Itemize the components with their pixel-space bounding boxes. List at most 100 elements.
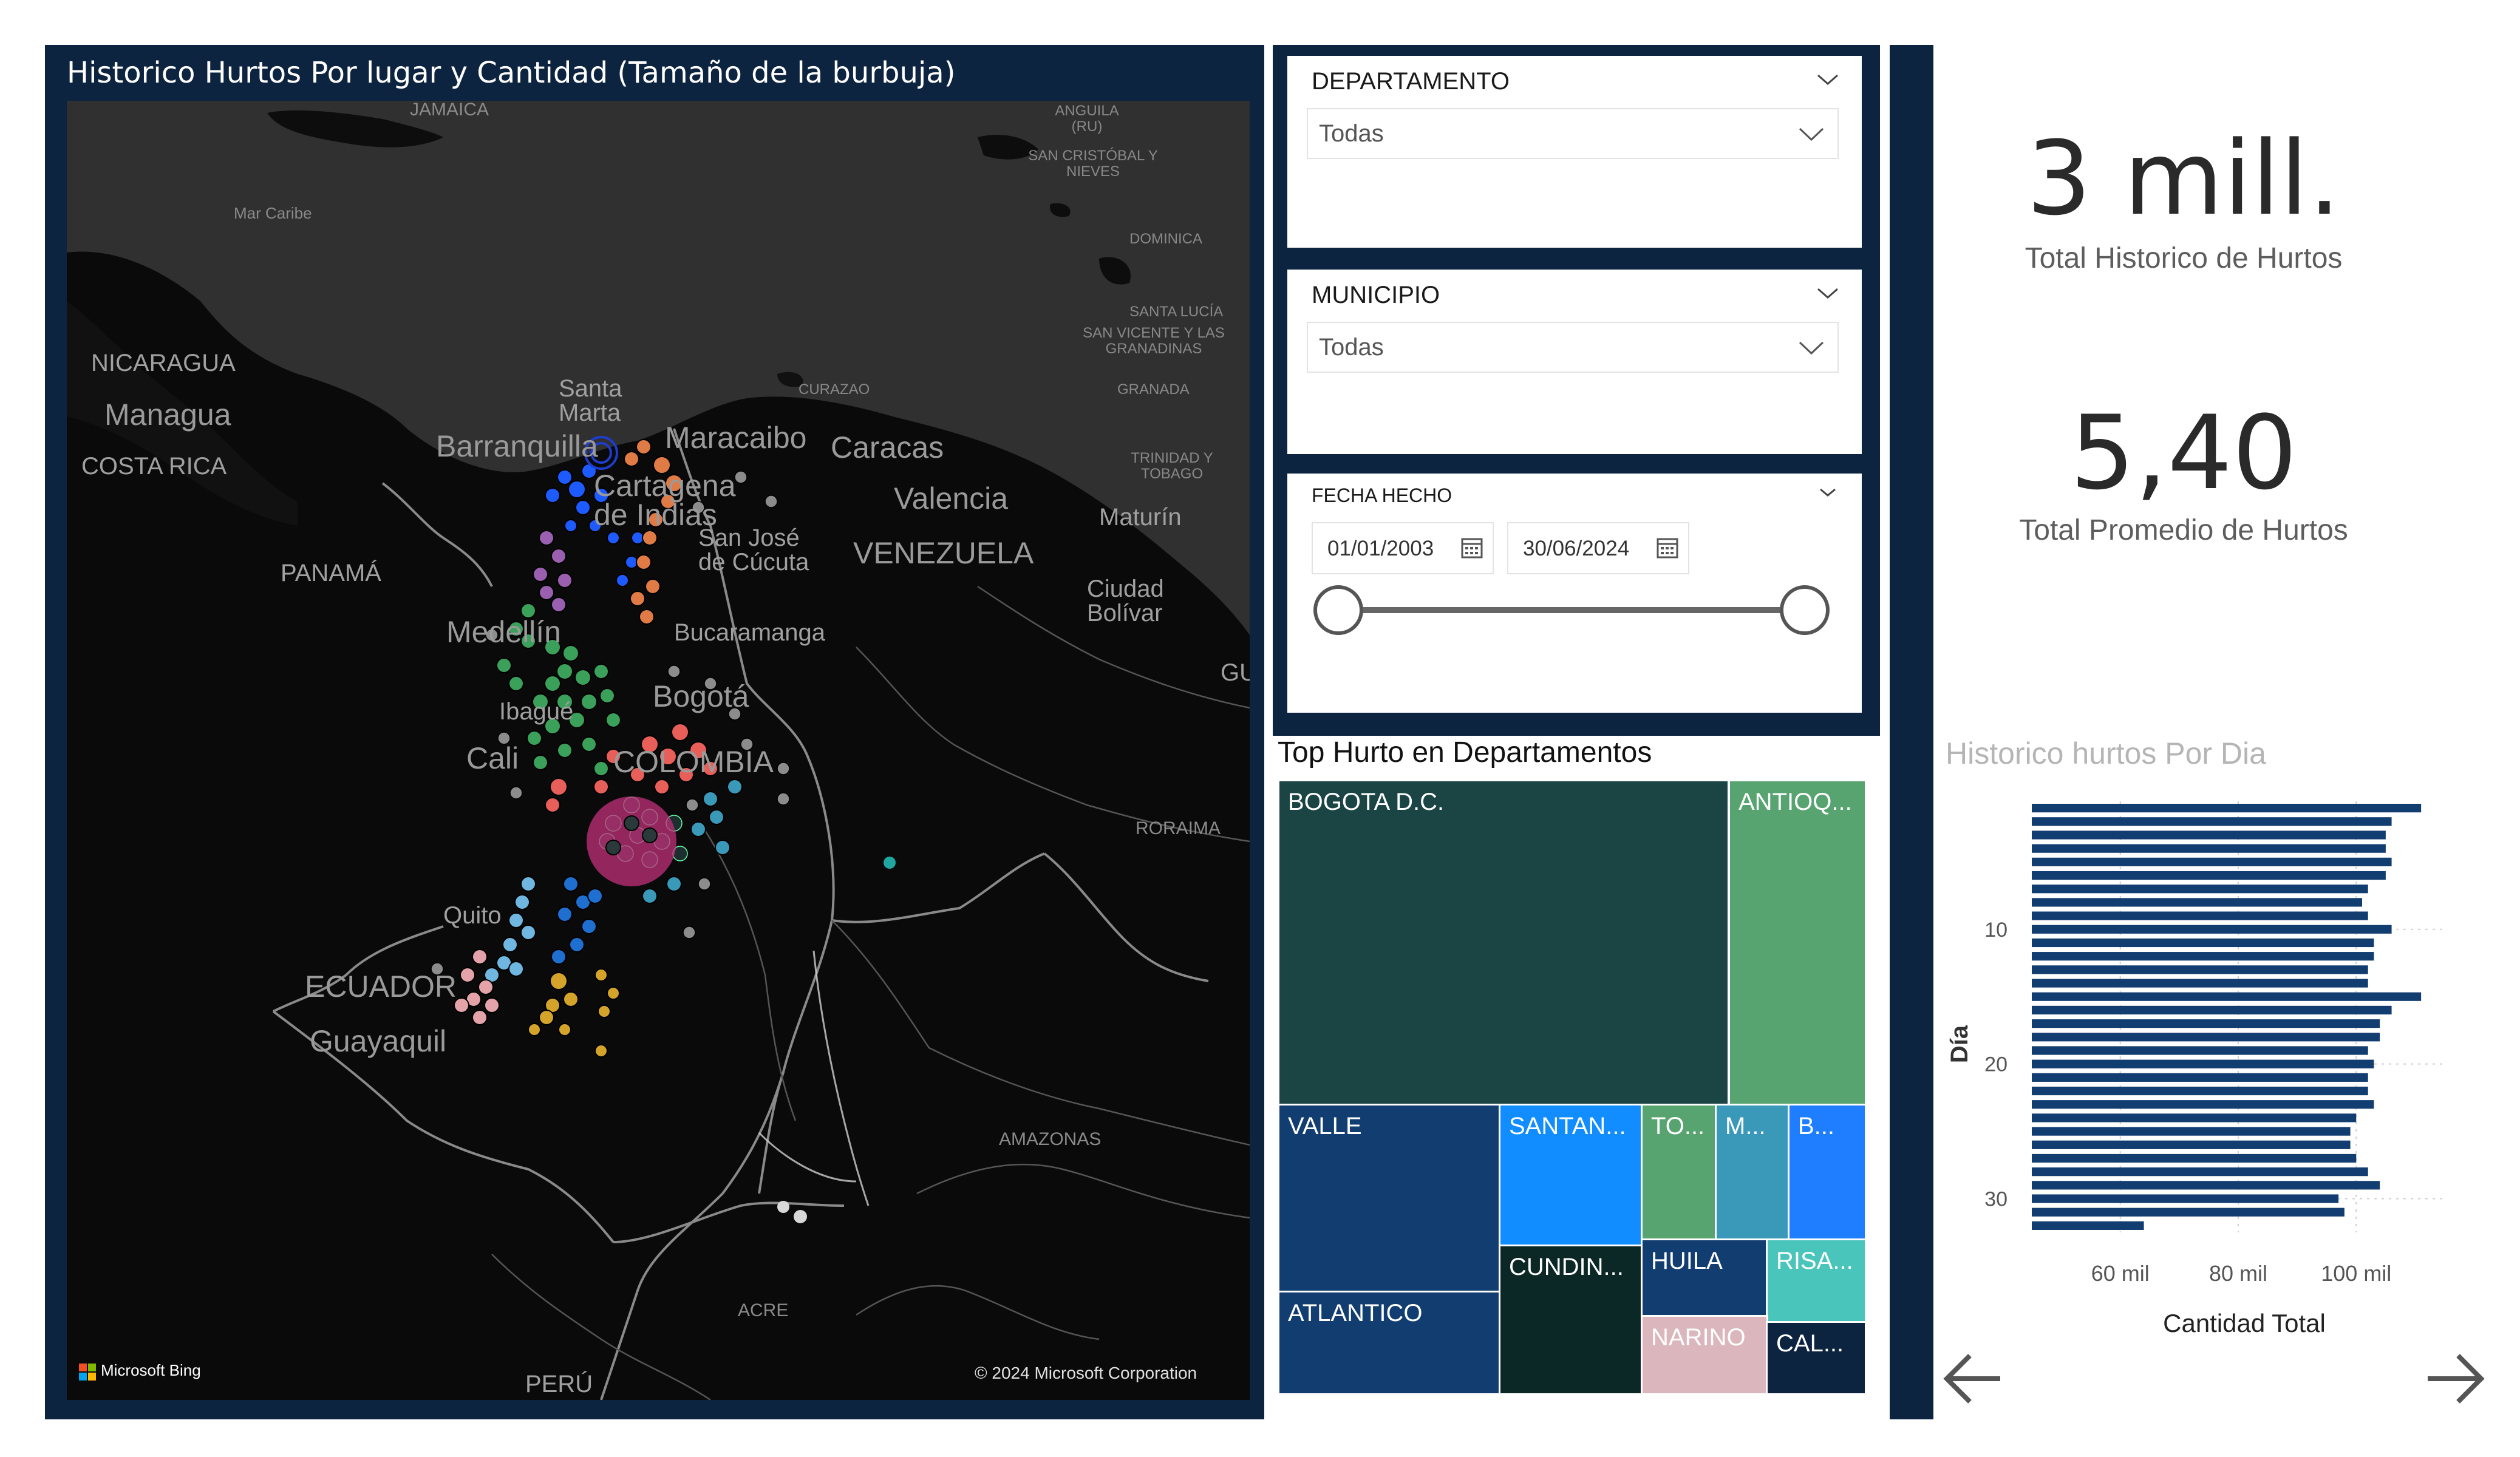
municipio-slicer[interactable]: MUNICIPIO Todas — [1287, 270, 1862, 454]
bar-day-3[interactable] — [2032, 830, 2386, 840]
map-label: AMAZONAS — [999, 1129, 1102, 1149]
bar-day-9[interactable] — [2032, 911, 2368, 920]
bar-day-4[interactable] — [2032, 844, 2386, 853]
treemap-tile[interactable]: ANTIOQ... — [1728, 779, 1867, 1106]
map-copyright: © 2024 Microsoft Corporation — [975, 1364, 1197, 1382]
chevron-down-icon[interactable] — [1797, 125, 1825, 143]
calendar-icon[interactable] — [1655, 535, 1680, 560]
bar-day-8[interactable] — [2032, 898, 2362, 907]
map-label: Caracas — [831, 430, 944, 464]
treemap-tile[interactable]: BOGOTA D.C. — [1278, 779, 1729, 1106]
kpi-promedio-label: Total Promedio de Hurtos — [2019, 514, 2348, 546]
tile-label: VALLE — [1288, 1113, 1362, 1139]
departamento-dropdown[interactable]: Todas — [1307, 108, 1839, 159]
treemap-tile[interactable]: NARINO — [1641, 1315, 1768, 1395]
bar-day-28[interactable] — [2032, 1167, 2368, 1177]
bar-day-23[interactable] — [2032, 1100, 2374, 1109]
treemap-tile[interactable]: B... — [1788, 1104, 1867, 1241]
municipio-dropdown[interactable]: Todas — [1307, 322, 1839, 373]
bar-day-19[interactable] — [2032, 1046, 2368, 1055]
bar-day-22[interactable] — [2032, 1086, 2368, 1096]
map-label: PERÚ — [525, 1371, 593, 1398]
map-label: ACRE — [738, 1300, 789, 1320]
chevron-down-icon[interactable] — [1816, 483, 1840, 501]
bar-day-7[interactable] — [2032, 885, 2368, 894]
map-label: TRINIDAD Y TOBAGO — [1131, 450, 1213, 482]
end-date-input[interactable]: 30/06/2024 — [1507, 522, 1689, 574]
chevron-down-icon[interactable] — [1797, 339, 1825, 357]
bar-day-20[interactable] — [2032, 1059, 2374, 1068]
bar-day-30[interactable] — [2032, 1194, 2339, 1203]
x-tick-label: 80 mil — [2209, 1261, 2267, 1286]
start-date-input[interactable]: 01/01/2003 — [1312, 522, 1494, 574]
bar-day-16[interactable] — [2032, 1005, 2392, 1015]
map-title: Historico Hurtos Por lugar y Cantidad (T… — [67, 56, 956, 90]
date-range-slider[interactable] — [1312, 583, 1834, 637]
bar-day-1[interactable] — [2032, 803, 2422, 813]
tile-label: HUILA — [1651, 1248, 1723, 1274]
map-label: PANAMÁ — [281, 560, 381, 586]
bar-day-12[interactable] — [2032, 952, 2374, 961]
start-date-value: 01/01/2003 — [1327, 537, 1434, 560]
x-tick-label: 60 mil — [2091, 1261, 2150, 1286]
bar-day-5[interactable] — [2032, 857, 2392, 866]
bing-logo-text: Microsoft Bing — [101, 1361, 201, 1379]
bar-day-31[interactable] — [2032, 1207, 2345, 1217]
treemap-tile[interactable]: M... — [1715, 1104, 1790, 1241]
bar-day-27[interactable] — [2032, 1153, 2357, 1163]
treemap-tile[interactable]: TO... — [1641, 1104, 1717, 1241]
map-label: GRANADA — [1117, 381, 1190, 398]
map-label: Guayaquil — [310, 1024, 447, 1058]
treemap-tile[interactable]: ATLANTICO — [1278, 1291, 1501, 1395]
map-label: JAMAICA — [410, 101, 489, 120]
bar-day-17[interactable] — [2032, 1019, 2380, 1028]
slicer-title: FECHA HECHO — [1312, 484, 1452, 506]
back-arrow-icon[interactable] — [1939, 1345, 2006, 1412]
map-label: SANTA LUCÍA — [1129, 304, 1224, 320]
treemap-tile[interactable]: CAL... — [1766, 1321, 1867, 1395]
bar-day-6[interactable] — [2032, 871, 2386, 880]
tile-label: RISA... — [1776, 1248, 1853, 1274]
bar-day-29[interactable] — [2032, 1181, 2380, 1190]
bar-day-15[interactable] — [2032, 992, 2422, 1001]
map-visual[interactable]: JAMAICA Mar Caribe NICARAGUA Managua COS… — [67, 101, 1250, 1400]
slicer-title: DEPARTAMENTO — [1312, 68, 1510, 95]
bar-day-32[interactable] — [2032, 1221, 2144, 1231]
bar-day-13[interactable] — [2032, 965, 2368, 974]
map-label: Medellín — [446, 615, 561, 649]
treemap-tile[interactable]: RISA... — [1766, 1238, 1867, 1323]
bar-day-26[interactable] — [2032, 1140, 2351, 1149]
bar-day-2[interactable] — [2032, 817, 2392, 826]
tile-label: SANTAN... — [1509, 1113, 1626, 1139]
map-label: ANGUILA (RU) — [1055, 103, 1119, 135]
chevron-down-icon[interactable] — [1816, 284, 1840, 302]
treemap-tile[interactable]: VALLE — [1278, 1104, 1501, 1293]
chevron-down-icon[interactable] — [1816, 70, 1840, 89]
map-label: SAN CRISTÓBAL Y NIEVES — [1028, 148, 1158, 180]
bar-day-24[interactable] — [2032, 1113, 2357, 1122]
bar-day-18[interactable] — [2032, 1033, 2380, 1042]
bar-series — [2032, 803, 2422, 1231]
forward-arrow-icon[interactable] — [2422, 1345, 2488, 1412]
bar-day-21[interactable] — [2032, 1073, 2368, 1082]
departamento-slicer[interactable]: DEPARTAMENTO Todas — [1287, 56, 1862, 248]
map-label: Mar Caribe — [234, 204, 312, 222]
treemap-tile[interactable]: CUNDIN... — [1499, 1245, 1643, 1395]
bar-day-11[interactable] — [2032, 938, 2374, 948]
calendar-icon[interactable] — [1460, 535, 1484, 560]
y-axis-ticks: 10 20 30 — [1984, 919, 2007, 1211]
bar-day-25[interactable] — [2032, 1127, 2351, 1136]
fecha-slicer[interactable]: FECHA HECHO 01/01/2003 30/06/2024 — [1287, 474, 1862, 713]
treemap-tile[interactable]: HUILA — [1641, 1238, 1768, 1317]
bar-chart[interactable]: 10 20 30 60 mil 80 mil 100 mil Día Cantidad … — [1941, 783, 2451, 1348]
bar-day-10[interactable] — [2032, 925, 2392, 934]
dropdown-value: Todas — [1319, 334, 1384, 361]
tile-label: CAL... — [1776, 1330, 1844, 1357]
map-label: Cartagena de Indias — [594, 469, 736, 532]
map-label: COSTA RICA — [81, 453, 227, 480]
tile-label: M... — [1725, 1113, 1766, 1139]
map-label: Managua — [104, 398, 231, 432]
map-label: GU — [1221, 659, 1250, 686]
bar-day-14[interactable] — [2032, 979, 2368, 988]
treemap-tile[interactable]: SANTAN... — [1499, 1104, 1643, 1247]
